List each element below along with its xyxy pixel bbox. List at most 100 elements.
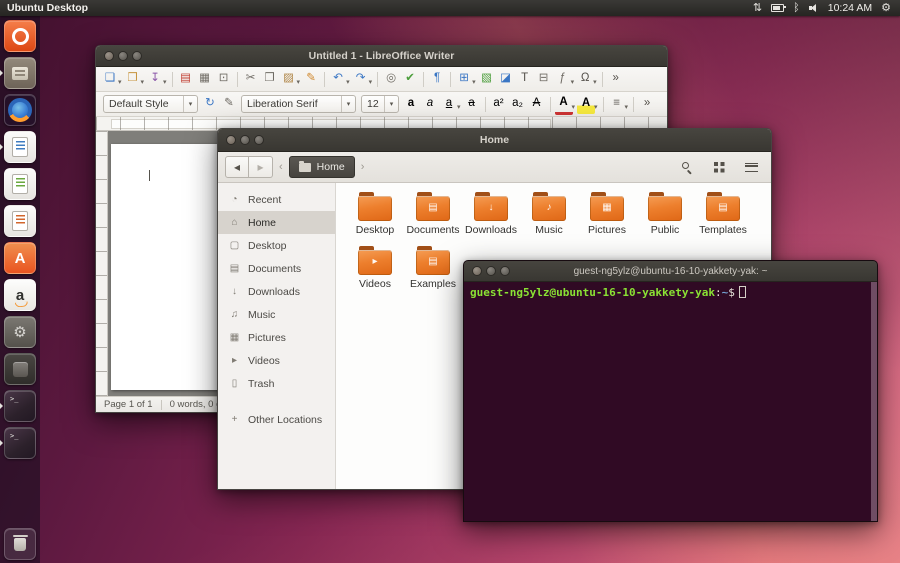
menu-button[interactable]	[738, 156, 764, 178]
close-button[interactable]	[104, 51, 114, 61]
launcher-item-trash[interactable]	[4, 528, 36, 560]
print-preview-icon[interactable]: ⊡	[215, 70, 233, 89]
folder-videos[interactable]: ▸Videos	[346, 246, 404, 298]
page-count-status[interactable]: Page 1 of 1	[104, 399, 153, 410]
special-character-icon[interactable]: Ω	[576, 70, 594, 89]
paste-icon-dropdown[interactable]: ▾	[297, 78, 301, 86]
launcher-item-ubuntu-dash[interactable]	[4, 20, 36, 52]
paragraph-style-combo[interactable]: Default Style ▾	[103, 95, 198, 113]
sidebar-item-desktop[interactable]: ▢Desktop	[218, 234, 335, 257]
input-arrows-icon[interactable]: ⇅	[753, 3, 762, 14]
save-icon-dropdown[interactable]: ▾	[163, 78, 167, 86]
session-gear-icon[interactable]: ⚙	[881, 3, 891, 14]
new-document-icon-dropdown[interactable]: ▾	[118, 78, 122, 86]
export-pdf-icon[interactable]: ▤	[177, 70, 195, 89]
font-color-icon[interactable]: A	[555, 93, 573, 115]
bold-icon[interactable]: a	[402, 95, 420, 114]
undo-icon-dropdown[interactable]: ▾	[346, 78, 350, 86]
superscript-icon[interactable]: a²	[490, 95, 508, 114]
launcher-item-libreoffice-impress[interactable]	[4, 205, 36, 237]
files-titlebar[interactable]: Home	[218, 129, 771, 152]
open-icon[interactable]: ❐	[124, 70, 142, 89]
close-button[interactable]	[472, 266, 482, 276]
paste-icon[interactable]: ▨	[280, 70, 298, 89]
redo-icon[interactable]: ↷	[352, 70, 370, 89]
new-style-icon[interactable]: ✎	[220, 95, 238, 114]
insert-image-icon[interactable]: ▧	[478, 70, 496, 89]
sidebar-item-recent[interactable]: ◔Recent	[218, 188, 335, 211]
folder-desktop[interactable]: Desktop	[346, 192, 404, 244]
folder-examples[interactable]: ▤Examples	[404, 246, 462, 298]
insert-textbox-icon[interactable]: T	[516, 70, 534, 89]
terminal-titlebar[interactable]: guest-ng5ylz@ubuntu-16-10-yakkety-yak: ~	[464, 261, 877, 282]
maximize-button[interactable]	[254, 135, 264, 145]
font-name-dropdown[interactable]: ▾	[341, 96, 355, 112]
clock[interactable]: 10:24 AM	[828, 2, 872, 14]
sidebar-item-videos[interactable]: ▸Videos	[218, 349, 335, 372]
terminal-scrollbar[interactable]	[871, 282, 877, 521]
italic-icon[interactable]: a	[421, 95, 439, 114]
highlight-color-icon[interactable]: A	[577, 95, 595, 114]
font-size-combo[interactable]: 12 ▾	[361, 95, 399, 113]
line-spacing-icon-dropdown[interactable]: ▾	[625, 103, 629, 111]
save-icon[interactable]: ↧	[146, 70, 164, 89]
launcher-item-firefox[interactable]	[4, 94, 36, 126]
maximize-button[interactable]	[500, 266, 510, 276]
launcher-item-libreoffice-calc[interactable]	[4, 168, 36, 200]
insert-field-icon[interactable]: ƒ	[554, 70, 572, 89]
sidebar-item-documents[interactable]: ▤Documents	[218, 257, 335, 280]
search-button[interactable]	[674, 156, 700, 178]
underline-icon-dropdown[interactable]: ▾	[457, 103, 461, 111]
sidebar-item-pictures[interactable]: ▦Pictures	[218, 326, 335, 349]
clone-formatting-icon[interactable]: ✎	[302, 70, 320, 89]
battery-icon[interactable]	[771, 4, 784, 12]
format-overflow-icon[interactable]: »	[638, 95, 656, 114]
redo-icon-dropdown[interactable]: ▾	[369, 78, 373, 86]
special-character-icon-dropdown[interactable]: ▾	[593, 78, 597, 86]
folder-public[interactable]: Public	[636, 192, 694, 244]
line-spacing-icon[interactable]: ≡	[608, 95, 626, 114]
insert-table-icon[interactable]: ⊞	[455, 70, 473, 89]
vertical-ruler[interactable]	[96, 131, 108, 396]
sidebar-item-trash[interactable]: ▯Trash	[218, 372, 335, 395]
launcher-item-text-editor[interactable]	[4, 353, 36, 385]
folder-downloads[interactable]: ↓Downloads	[462, 192, 520, 244]
volume-icon[interactable]	[809, 4, 819, 13]
launcher-item-libreoffice-writer[interactable]	[4, 131, 36, 163]
folder-templates[interactable]: ▤Templates	[694, 192, 752, 244]
highlight-color-icon-dropdown[interactable]: ▾	[594, 103, 598, 111]
find-replace-icon[interactable]: ◎	[382, 70, 400, 89]
terminal-body[interactable]: guest-ng5ylz@ubuntu-16-10-yakkety-yak:~$	[464, 282, 877, 521]
launcher-item-ubuntu-software[interactable]: A	[4, 242, 36, 274]
back-button[interactable]: ◂	[225, 156, 249, 178]
minimize-button[interactable]	[486, 266, 496, 276]
folder-music[interactable]: ♪Music	[520, 192, 578, 244]
open-icon-dropdown[interactable]: ▾	[141, 78, 145, 86]
launcher-item-terminal[interactable]: >_	[4, 390, 36, 422]
launcher-item-files[interactable]	[4, 57, 36, 89]
copy-icon[interactable]: ❐	[261, 70, 279, 89]
launcher-item-system-settings[interactable]: ⚙	[4, 316, 36, 348]
strikethrough-icon[interactable]: a	[463, 95, 481, 114]
minimize-button[interactable]	[240, 135, 250, 145]
sidebar-item-downloads[interactable]: ↓Downloads	[218, 280, 335, 303]
print-icon[interactable]: ▦	[196, 70, 214, 89]
pathbar-home-button[interactable]: Home	[289, 156, 355, 178]
font-name-combo[interactable]: Liberation Serif ▾	[241, 95, 356, 113]
insert-table-icon-dropdown[interactable]: ▾	[472, 78, 476, 86]
sidebar-item-other-locations[interactable]: +Other Locations	[218, 408, 335, 431]
font-size-dropdown[interactable]: ▾	[384, 96, 398, 112]
sidebar-item-home[interactable]: ⌂Home	[218, 211, 335, 234]
folder-documents[interactable]: ▤Documents	[404, 192, 462, 244]
underline-icon[interactable]: a	[440, 95, 458, 114]
spelling-icon[interactable]: ✔	[401, 70, 419, 89]
paragraph-style-dropdown[interactable]: ▾	[183, 96, 197, 112]
launcher-item-amazon[interactable]: a	[4, 279, 36, 311]
toolbar-overflow-icon[interactable]: »	[607, 70, 625, 89]
writer-titlebar[interactable]: Untitled 1 - LibreOffice Writer	[96, 46, 667, 67]
insert-field-icon-dropdown[interactable]: ▾	[571, 78, 575, 86]
bluetooth-icon[interactable]: ᛒ	[793, 3, 800, 14]
minimize-button[interactable]	[118, 51, 128, 61]
sidebar-item-music[interactable]: ♫Music	[218, 303, 335, 326]
update-style-icon[interactable]: ↻	[201, 95, 219, 114]
